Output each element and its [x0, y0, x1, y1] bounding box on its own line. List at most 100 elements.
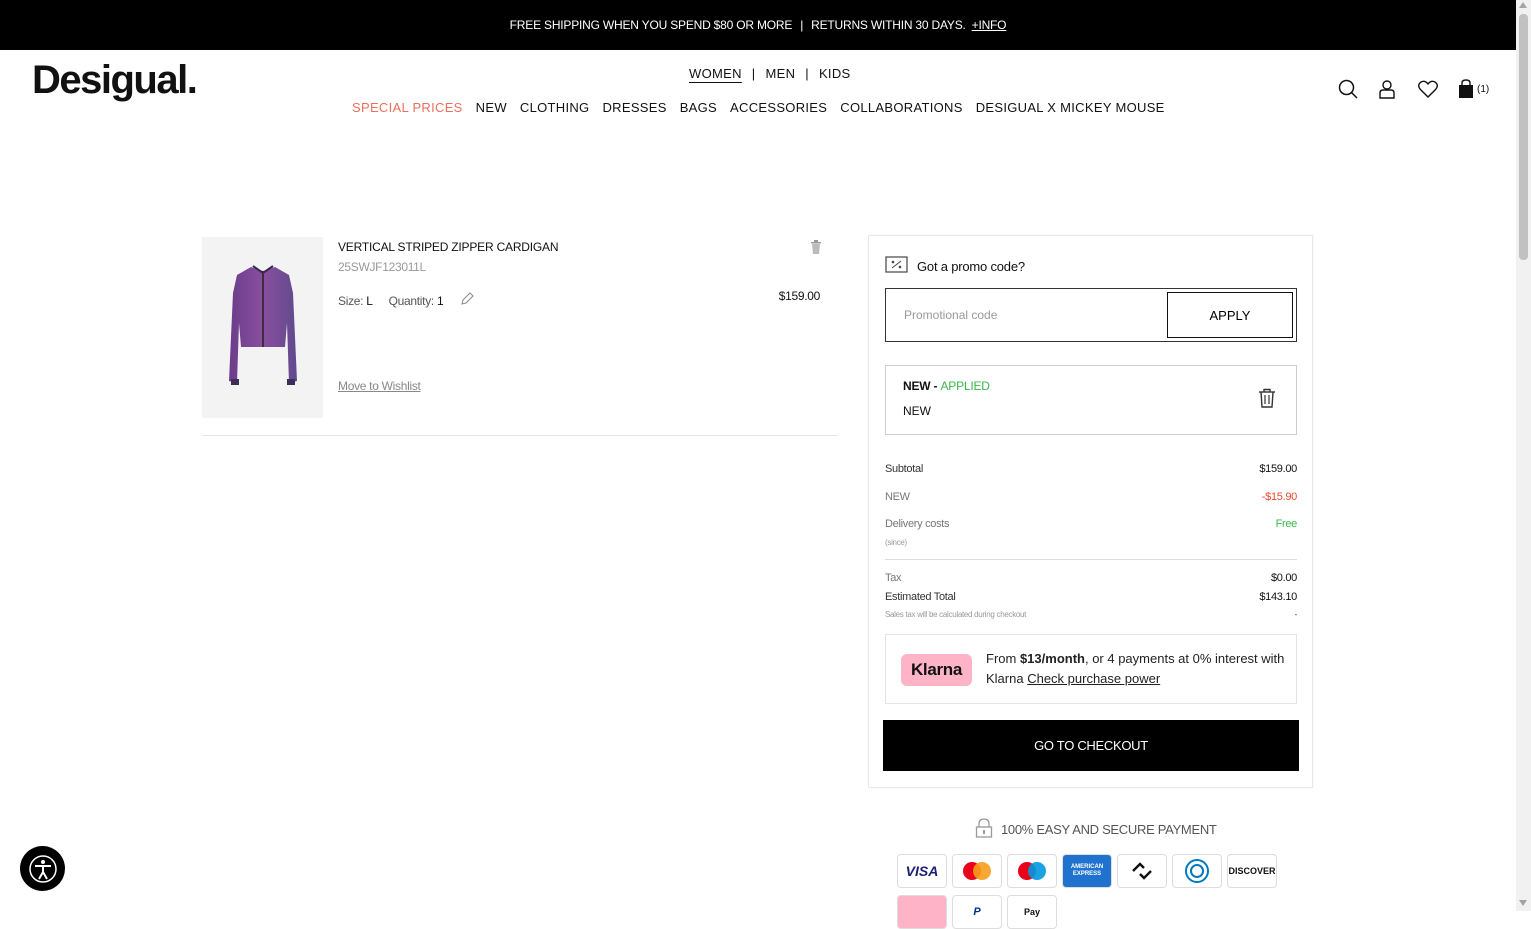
total-label: Estimated Total — [885, 591, 956, 603]
klarna-check-link[interactable]: Check purchase power — [1027, 671, 1160, 686]
wishlist-icon[interactable] — [1418, 78, 1458, 100]
promo-heading: Got a promo code? — [885, 256, 1025, 276]
mastercard-icon — [952, 854, 1002, 888]
applied-code: NEW - APPLIED — [903, 379, 990, 393]
checkout-button[interactable]: GO TO CHECKOUT — [883, 720, 1299, 771]
klarna-text: From $13/month, or 4 payments at 0% inte… — [986, 649, 1296, 689]
summary-divider — [885, 559, 1297, 560]
lock-icon — [975, 818, 993, 841]
returns-text: RETURNS WITHIN 30 DAYS. — [811, 18, 966, 32]
product-price: $159.00 — [778, 289, 821, 303]
delivery-note-row: (since) — [885, 538, 1297, 547]
tax-value: $0.00 — [1270, 572, 1297, 584]
nav-accessories[interactable]: ACCESSORIES — [730, 100, 827, 115]
nav-special-prices[interactable]: SPECIAL PRICES — [352, 100, 463, 115]
klarna-pay-icon — [897, 895, 947, 929]
discount-label: NEW — [885, 491, 910, 503]
delivery-row: Delivery costs Free — [885, 518, 1297, 530]
applied-code-name: NEW - — [903, 379, 941, 393]
size-info: Size: L — [338, 294, 373, 308]
payment-methods-row2: P Pay — [897, 895, 1057, 929]
product-image[interactable] — [202, 237, 323, 418]
promo-code-input[interactable] — [886, 289, 1166, 341]
subtotal-label: Subtotal — [885, 463, 923, 475]
klarna-logo: Klarna — [901, 654, 972, 686]
delivery-note: (since) — [885, 538, 907, 547]
subtotal-row: Subtotal $159.00 — [885, 463, 1297, 475]
nav-men[interactable]: MEN — [765, 66, 795, 81]
secure-payment: 100% EASY AND SECURE PAYMENT — [975, 818, 1217, 841]
delivery-label: Delivery costs — [885, 518, 950, 530]
product-name[interactable]: VERTICAL STRIPED ZIPPER CARDIGAN — [338, 240, 559, 254]
scroll-up-icon[interactable] — [1519, 2, 1527, 8]
paypal-icon: P — [952, 895, 1002, 929]
search-icon[interactable] — [1338, 78, 1378, 100]
move-to-wishlist-link[interactable]: Move to Wishlist — [338, 379, 421, 393]
klarna-banner: Klarna From $13/month, or 4 payments at … — [885, 634, 1297, 704]
nav-separator: | — [751, 66, 756, 81]
nav-clothing[interactable]: CLOTHING — [520, 100, 590, 115]
quantity-value: 1 — [436, 293, 444, 308]
coupon-icon — [885, 256, 908, 276]
discover-icon: DISCOVER — [1227, 854, 1277, 888]
afterpay-icon — [1117, 854, 1167, 888]
gender-nav: WOMEN | MEN | KIDS — [689, 66, 851, 81]
klarna-amount: $13/month — [1019, 651, 1085, 666]
nav-new[interactable]: NEW — [476, 100, 507, 115]
maestro-icon — [1007, 854, 1057, 888]
shipping-text: FREE SHIPPING WHEN YOU SPEND $80 OR MORE — [509, 18, 793, 32]
brand-logo[interactable]: Desigual. — [32, 58, 198, 103]
promo-heading-text: Got a promo code? — [917, 258, 1025, 274]
promo-banner: FREE SHIPPING WHEN YOU SPEND $80 OR MORE… — [0, 0, 1516, 50]
tax-label: Tax — [885, 572, 902, 584]
page-scrollbar[interactable] — [1516, 0, 1531, 911]
quantity-info: Quantity: 1 — [389, 294, 444, 308]
size-label: Size: — [338, 293, 364, 308]
payment-methods: VISA AMERICAN EXPRESS DISCOVER — [897, 854, 1297, 888]
accessibility-icon[interactable] — [20, 846, 65, 891]
account-icon[interactable] — [1378, 78, 1418, 100]
nav-collaborations[interactable]: COLLABORATIONS — [840, 100, 962, 115]
secure-text: 100% EASY AND SECURE PAYMENT — [1001, 822, 1217, 837]
nav-dresses[interactable]: DRESSES — [602, 100, 666, 115]
cart-icon[interactable]: (1) — [1458, 78, 1498, 100]
discount-row: NEW -$15.90 — [885, 491, 1297, 503]
applied-code-sub: NEW — [903, 404, 931, 418]
applied-promo: NEW - APPLIED NEW — [885, 365, 1297, 435]
klarna-from: From — [986, 651, 1020, 666]
cart-count: (1) — [1477, 83, 1490, 95]
cart-item: VERTICAL STRIPED ZIPPER CARDIGAN 25SWJF1… — [202, 237, 838, 436]
discount-value: -$15.90 — [1261, 491, 1298, 503]
category-nav: SPECIAL PRICES NEW CLOTHING DRESSES BAGS… — [352, 100, 1165, 115]
total-row: Estimated Total $143.10 — [885, 591, 1297, 603]
promo-form: APPLY — [885, 288, 1297, 342]
nav-bags[interactable]: BAGS — [680, 100, 717, 115]
header-icons: (1) — [1338, 78, 1498, 100]
banner-separator: | — [800, 18, 804, 32]
amex-icon: AMERICAN EXPRESS — [1062, 854, 1112, 888]
scroll-down-icon[interactable] — [1519, 900, 1527, 906]
size-value: L — [366, 293, 373, 308]
applied-status: APPLIED — [940, 379, 990, 393]
info-link[interactable]: +INFO — [972, 18, 1007, 32]
order-summary: Got a promo code? APPLY NEW - APPLIED NE… — [868, 235, 1313, 788]
apply-button[interactable]: APPLY — [1167, 292, 1293, 338]
diners-icon — [1172, 854, 1222, 888]
nav-women[interactable]: WOMEN — [689, 66, 742, 81]
nav-mickey-mouse[interactable]: DESIGUAL X MICKEY MOUSE — [976, 100, 1165, 115]
scrollbar-thumb[interactable] — [1519, 14, 1528, 260]
tax-note-row: Sales tax will be calculated during chec… — [885, 610, 1297, 619]
remove-promo-icon[interactable] — [1258, 388, 1276, 413]
tax-row: Tax $0.00 — [885, 572, 1297, 584]
product-sku: 25SWJF123011L — [338, 260, 426, 274]
tax-note: Sales tax will be calculated during chec… — [885, 610, 1027, 619]
remove-item-icon[interactable] — [810, 240, 822, 259]
quantity-label: Quantity: — [388, 293, 435, 308]
nav-separator: | — [805, 66, 809, 81]
subtotal-value: $159.00 — [1259, 463, 1297, 475]
total-value: $143.10 — [1259, 591, 1297, 603]
visa-icon: VISA — [897, 854, 947, 888]
tax-note-value: - — [1294, 610, 1298, 619]
nav-kids[interactable]: KIDS — [819, 66, 851, 81]
edit-icon[interactable] — [459, 291, 475, 310]
